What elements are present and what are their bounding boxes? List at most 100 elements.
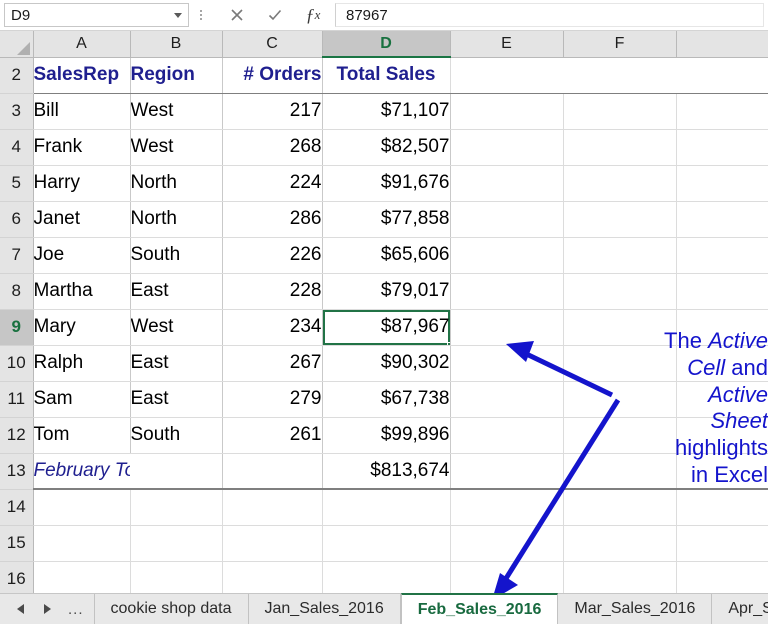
kebab-menu-icon[interactable] (189, 0, 213, 30)
cell-D4[interactable]: $82,507 (322, 129, 451, 166)
confirm-check-icon[interactable] (256, 3, 294, 27)
cell-A15[interactable] (33, 525, 131, 562)
column-header-c[interactable]: C (222, 31, 323, 58)
cell-D7[interactable]: $65,606 (322, 237, 451, 274)
cell-C6[interactable]: 286 (222, 201, 323, 238)
cell-G12[interactable] (676, 417, 768, 454)
column-header-f[interactable]: F (563, 31, 677, 58)
row-header-13[interactable]: 13 (0, 453, 34, 490)
row-header-6[interactable]: 6 (0, 201, 34, 238)
cell-G6[interactable] (676, 201, 768, 238)
cell-B11[interactable]: East (130, 381, 223, 418)
cell-A9[interactable]: Mary (32, 309, 131, 346)
cell-C4[interactable]: 268 (222, 129, 323, 166)
cell-D13[interactable]: $813,674 (322, 453, 451, 490)
cell-A11[interactable]: Sam (32, 381, 131, 418)
column-header-e[interactable]: E (450, 31, 564, 58)
cell-F16[interactable] (563, 561, 677, 593)
cell-C2[interactable]: # Orders (222, 57, 323, 94)
cell-G3[interactable] (676, 93, 768, 130)
row-header-14[interactable]: 14 (0, 489, 34, 526)
cell-C10[interactable]: 267 (222, 345, 323, 382)
nav-next-sheet-icon[interactable] (41, 603, 54, 616)
cell-E14[interactable] (450, 489, 564, 526)
cell-C13[interactable] (222, 453, 323, 490)
cell-B9[interactable]: West (130, 309, 223, 346)
cell-E16[interactable] (450, 561, 564, 593)
cell-G9[interactable] (676, 309, 768, 346)
formula-input[interactable]: 87967 (335, 3, 764, 27)
cell-G16[interactable] (676, 561, 768, 593)
spreadsheet-grid[interactable]: A B C D E F 2 SalesRep Region # Orders T… (0, 31, 768, 593)
cell-G7[interactable] (676, 237, 768, 274)
cell-F11[interactable] (563, 381, 677, 418)
column-header-d[interactable]: D (322, 31, 451, 58)
cell-C7[interactable]: 226 (222, 237, 323, 274)
cell-B12[interactable]: South (130, 417, 223, 454)
cell-F10[interactable] (563, 345, 677, 382)
cell-F8[interactable] (563, 273, 677, 310)
row-header-16[interactable]: 16 (0, 561, 34, 593)
cell-E11[interactable] (450, 381, 564, 418)
cell-F15[interactable] (563, 525, 677, 562)
cell-B15[interactable] (130, 525, 223, 562)
fill-handle-icon[interactable] (446, 341, 449, 344)
row-header-12[interactable]: 12 (0, 417, 34, 454)
cell-C15[interactable] (222, 525, 323, 562)
cell-G2[interactable] (676, 57, 768, 94)
cell-E7[interactable] (450, 237, 564, 274)
cell-G4[interactable] (676, 129, 768, 166)
cell-E5[interactable] (450, 165, 564, 202)
row-header-10[interactable]: 10 (0, 345, 34, 382)
cell-A16[interactable] (33, 561, 131, 593)
cell-D2[interactable]: Total Sales (322, 57, 451, 94)
cancel-x-icon[interactable] (218, 3, 256, 27)
cell-G15[interactable] (676, 525, 768, 562)
cell-C3[interactable]: 217 (222, 93, 323, 130)
cell-B5[interactable]: North (130, 165, 223, 202)
cell-B8[interactable]: East (130, 273, 223, 310)
cell-G11[interactable] (676, 381, 768, 418)
cell-E13[interactable] (450, 453, 564, 490)
cell-B10[interactable]: East (130, 345, 223, 382)
cell-D11[interactable]: $67,738 (322, 381, 451, 418)
cell-A14[interactable] (33, 489, 131, 526)
cell-B16[interactable] (130, 561, 223, 593)
cell-E4[interactable] (450, 129, 564, 166)
cell-D16[interactable] (322, 561, 451, 593)
cell-F14[interactable] (563, 489, 677, 526)
row-header-3[interactable]: 3 (0, 93, 34, 130)
row-header-5[interactable]: 5 (0, 165, 34, 202)
cell-F4[interactable] (563, 129, 677, 166)
name-box[interactable]: D9 (4, 3, 189, 27)
cell-C8[interactable]: 228 (222, 273, 323, 310)
cell-E8[interactable] (450, 273, 564, 310)
column-header-g[interactable] (676, 31, 768, 58)
cell-B3[interactable]: West (130, 93, 223, 130)
cell-F2[interactable] (563, 57, 677, 94)
cell-F9[interactable] (563, 309, 677, 346)
row-header-2[interactable]: 2 (0, 57, 34, 94)
cell-D8[interactable]: $79,017 (322, 273, 451, 310)
cell-F3[interactable] (563, 93, 677, 130)
sheet-tab-jan-sales-2016[interactable]: Jan_Sales_2016 (248, 594, 401, 624)
cell-A3[interactable]: Bill (32, 93, 131, 130)
cell-E6[interactable] (450, 201, 564, 238)
cell-C5[interactable]: 224 (222, 165, 323, 202)
cell-B13[interactable] (130, 453, 223, 490)
cell-D9-active-cell[interactable]: $87,967 (322, 309, 451, 346)
cell-D3[interactable]: $71,107 (322, 93, 451, 130)
cell-A7[interactable]: Joe (32, 237, 131, 274)
cell-A6[interactable]: Janet (32, 201, 131, 238)
cell-A10[interactable]: Ralph (32, 345, 131, 382)
sheet-tab-cookie-shop-data[interactable]: cookie shop data (94, 594, 249, 624)
cell-A12[interactable]: Tom (32, 417, 131, 454)
cell-C14[interactable] (222, 489, 323, 526)
sheet-overflow-ellipsis[interactable]: ... (68, 601, 88, 618)
cell-G10[interactable] (676, 345, 768, 382)
row-header-15[interactable]: 15 (0, 525, 34, 562)
cell-E3[interactable] (450, 93, 564, 130)
cell-D12[interactable]: $99,896 (322, 417, 451, 454)
cell-G8[interactable] (676, 273, 768, 310)
cell-G5[interactable] (676, 165, 768, 202)
